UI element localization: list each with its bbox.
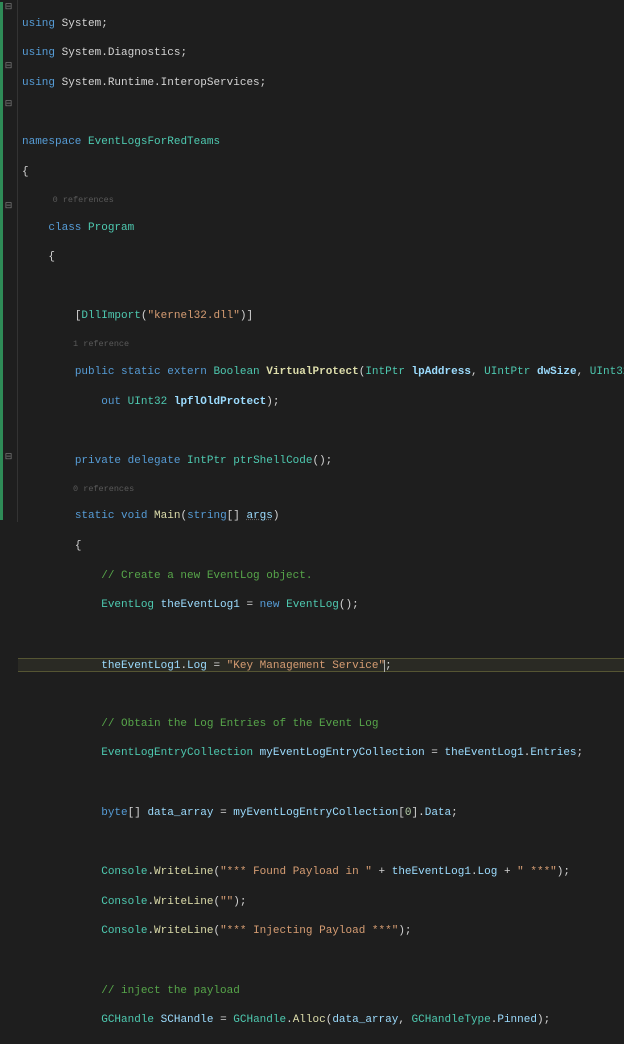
ns: System	[62, 18, 102, 30]
type: UIntPtr	[484, 366, 530, 378]
fold-minus-icon[interactable]: ⊟	[4, 453, 13, 462]
codelens[interactable]: 0 references	[20, 484, 624, 495]
namespace-name: EventLogsForRedTeams	[88, 136, 220, 148]
fold-minus-icon[interactable]: ⊟	[4, 3, 13, 12]
param: lpflOldProtect	[174, 396, 266, 408]
modifiers: public static extern	[75, 366, 207, 378]
modifiers: private delegate	[75, 455, 181, 467]
method: Alloc	[293, 1014, 326, 1026]
type: GCHandleType	[412, 1014, 491, 1026]
property: Log	[478, 866, 498, 878]
variable: data_array	[332, 1014, 398, 1026]
class-name: Program	[88, 222, 134, 234]
code-editor[interactable]: ⊟ ⊟ ⊟ ⊟ ⊟ using System; using System.Dia…	[0, 0, 624, 522]
gutter: ⊟ ⊟ ⊟ ⊟ ⊟	[0, 0, 18, 522]
variable: SCHandle	[161, 1014, 214, 1026]
comment: // Create a new EventLog object.	[101, 570, 312, 582]
method-name: Main	[154, 510, 180, 522]
kw-using: using	[22, 18, 55, 30]
method: WriteLine	[154, 925, 213, 937]
variable: theEventLog1	[161, 599, 240, 611]
method-name: VirtualProtect	[266, 366, 358, 378]
kw-new: new	[260, 599, 280, 611]
codelens[interactable]: 0 references	[20, 195, 624, 206]
variable: myEventLogEntryCollection	[260, 747, 425, 759]
property: Data	[425, 807, 451, 819]
string-literal: "*** Injecting Payload ***"	[220, 925, 398, 937]
type: UInt32	[128, 396, 168, 408]
type: Console	[101, 866, 147, 878]
string-literal: "*** Found Payload in "	[220, 866, 372, 878]
kw-class: class	[48, 222, 81, 234]
type: UInt32	[590, 366, 624, 378]
comment: // Obtain the Log Entries of the Event L…	[101, 718, 378, 730]
string-literal: "Key Management Service"	[227, 660, 385, 672]
type: IntPtr	[187, 455, 227, 467]
type: EventLog	[101, 599, 154, 611]
attr-name: DllImport	[81, 310, 140, 322]
string-literal: ""	[220, 896, 233, 908]
property: Log	[187, 660, 207, 672]
type: byte	[101, 807, 127, 819]
type: GCHandle	[233, 1014, 286, 1026]
param: lpAddress	[412, 366, 471, 378]
string-literal: " ***"	[517, 866, 557, 878]
codelens[interactable]: 1 reference	[20, 339, 624, 350]
type: IntPtr	[365, 366, 405, 378]
code-area[interactable]: using System; using System.Diagnostics; …	[18, 0, 624, 522]
kw-using: using	[22, 77, 55, 89]
variable: data_array	[147, 807, 213, 819]
modifiers: static void	[75, 510, 148, 522]
fold-minus-icon[interactable]: ⊟	[4, 62, 13, 71]
type: Console	[101, 896, 147, 908]
fold-minus-icon[interactable]: ⊟	[4, 100, 13, 109]
variable: theEventLog1	[392, 866, 471, 878]
property: Entries	[530, 747, 576, 759]
param: args	[246, 510, 272, 522]
type: GCHandle	[101, 1014, 154, 1026]
current-line[interactable]: theEventLog1.Log = "Key Management Servi…	[18, 658, 624, 673]
string-literal: "kernel32.dll"	[147, 310, 239, 322]
type: Boolean	[213, 366, 259, 378]
variable: myEventLogEntryCollection	[233, 807, 398, 819]
kw-out: out	[101, 396, 121, 408]
kw-using: using	[22, 47, 55, 59]
variable: theEventLog1	[101, 660, 180, 672]
kw-namespace: namespace	[22, 136, 81, 148]
fold-minus-icon[interactable]: ⊟	[4, 202, 13, 211]
param: dwSize	[537, 366, 577, 378]
ns: System.Runtime.InteropServices	[62, 77, 260, 89]
type: EventLogEntryCollection	[101, 747, 253, 759]
method: WriteLine	[154, 866, 213, 878]
delegate-name: ptrShellCode	[233, 455, 312, 467]
enum-value: Pinned	[497, 1014, 537, 1026]
comment: // inject the payload	[101, 985, 240, 997]
type: EventLog	[286, 599, 339, 611]
ns: System.Diagnostics	[62, 47, 181, 59]
type: Console	[101, 925, 147, 937]
number: 0	[405, 807, 412, 819]
variable: theEventLog1	[445, 747, 524, 759]
type: string	[187, 510, 227, 522]
method: WriteLine	[154, 896, 213, 908]
